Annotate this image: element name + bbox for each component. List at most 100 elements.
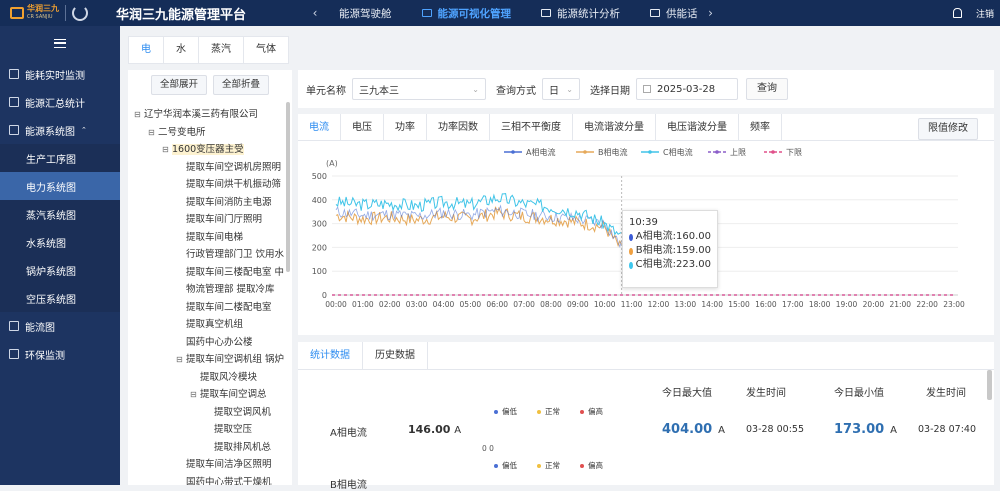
status-legend-a: 偏低 正常 偏高 xyxy=(494,406,603,417)
metric-tab[interactable]: 功率 xyxy=(384,114,427,141)
tree-node[interactable]: ⊟ 辽宁华润本溪三药有限公司 xyxy=(128,106,292,124)
tree-collapse-icon[interactable]: ⊟ xyxy=(190,386,200,404)
x-tick-label: 22:00 xyxy=(916,300,938,309)
tree-collapse-icon[interactable]: ⊟ xyxy=(162,141,172,159)
tree-node[interactable]: 国药中心办公楼 xyxy=(128,334,292,352)
legend-marker xyxy=(771,150,775,154)
query-button[interactable]: 查询 xyxy=(746,78,788,100)
nav-energy-visual[interactable]: 能源可视化管理 xyxy=(407,0,527,26)
sidebar-item[interactable]: 能流图 xyxy=(0,312,120,340)
legend-high-label: 偏高 xyxy=(588,407,603,416)
energy-type-tabs: 电 水 蒸汽 气体 xyxy=(128,36,289,64)
tree-node[interactable]: 提取车间电梯 xyxy=(128,229,292,247)
logout-button[interactable]: 注销 xyxy=(976,7,994,20)
tree-node[interactable]: ⊟ 二号变电所 xyxy=(128,124,292,142)
tree-node[interactable]: 提取车间消防主电源 xyxy=(128,194,292,212)
tree-node[interactable]: 提取空压 xyxy=(128,421,292,439)
expand-all-button[interactable]: 全部展开 xyxy=(150,75,207,95)
x-tick-label: 20:00 xyxy=(863,300,885,309)
brand-swirl-icon xyxy=(72,5,88,21)
tree-collapse-icon[interactable]: ⊟ xyxy=(134,106,144,124)
metric-tab[interactable]: 电流谐波分量 xyxy=(573,114,656,141)
sidebar-item[interactable]: 环保监测 xyxy=(0,340,120,368)
sidebar-item-label: 能流图 xyxy=(25,322,55,334)
tab-water[interactable]: 水 xyxy=(164,37,199,63)
metric-tab[interactable]: 电压谐波分量 xyxy=(656,114,739,141)
tree-node-label: 提取车间空调机组 锅炉 xyxy=(186,354,285,365)
date-picker[interactable]: 2025-03-28 xyxy=(636,78,738,100)
nav-next-icon[interactable]: › xyxy=(702,6,720,20)
metric-tab[interactable]: 功率因数 xyxy=(427,114,490,141)
tree-node-label: 提取真空机组 xyxy=(186,319,244,330)
sidebar-item[interactable]: 能源系统图 ⌃ xyxy=(0,116,120,144)
tab-gas[interactable]: 气体 xyxy=(244,37,288,63)
nav-prev-icon[interactable]: ‹ xyxy=(306,6,324,20)
tree-node[interactable]: 提取风冷模块 xyxy=(128,369,292,387)
hamburger-icon xyxy=(54,38,66,48)
nav-label: 能源统计分析 xyxy=(557,7,620,20)
sidebar: 能耗实时监测 能源汇总统计 能源系统图 ⌃ 生产工序图 电力系统图 蒸汽系统图 水系统图锅炉系… xyxy=(0,26,120,485)
sidebar-toggle[interactable] xyxy=(0,26,120,60)
date-label: 选择日期 xyxy=(590,85,630,97)
tab-stat-data[interactable]: 统计数据 xyxy=(298,342,363,370)
tree-node[interactable]: 提取真空机组 xyxy=(128,316,292,334)
nav-energy-stats[interactable]: 能源统计分析 xyxy=(526,0,635,26)
sidebar-item[interactable]: 空压系统图 xyxy=(0,284,120,312)
row-a-zero: 0 0 xyxy=(482,444,494,453)
tooltip-dot-c xyxy=(629,261,633,269)
tree-node[interactable]: 提取空调风机 xyxy=(128,404,292,422)
legend-low: 偏低 xyxy=(494,406,517,417)
sidebar-item[interactable]: 蒸汽系统图 xyxy=(0,200,120,228)
sidebar-item[interactable]: 水系统图 xyxy=(0,228,120,256)
tree-scrollbar[interactable] xyxy=(286,102,290,272)
tree-node[interactable]: 提取车间二楼配电室 xyxy=(128,299,292,317)
tree-node-label: 提取车间空调机房照明 xyxy=(186,161,282,173)
tree-node[interactable]: 提取车间门厅照明 xyxy=(128,211,292,229)
metric-tab[interactable]: 频率 xyxy=(739,114,782,141)
tree-node[interactable]: 提取车间烘干机振动筛 xyxy=(128,176,292,194)
sidebar-item[interactable]: 电力系统图 xyxy=(0,172,120,200)
tree-node[interactable]: 提取车间空调机房照明 xyxy=(128,159,292,177)
tree-node[interactable]: 国药中心带式干燥机 xyxy=(128,474,292,486)
stats-scrollbar[interactable] xyxy=(987,370,992,400)
tree-node-label: 国药中心办公楼 xyxy=(186,336,253,348)
nav-energy-supply[interactable]: 供能话 xyxy=(635,0,702,26)
collapse-all-button[interactable]: 全部折叠 xyxy=(213,75,270,95)
tab-electricity[interactable]: 电 xyxy=(129,37,164,63)
logo-cn-text: 华润三九 xyxy=(27,4,59,13)
limit-edit-button[interactable]: 限值修改 xyxy=(918,118,978,140)
tree-node[interactable]: 提取排风机总 xyxy=(128,439,292,457)
tree-node[interactable]: ⊟ 1600变压器主受 xyxy=(128,141,292,159)
tab-history-data[interactable]: 历史数据 xyxy=(363,342,428,370)
sidebar-item[interactable]: 能源汇总统计 xyxy=(0,88,120,116)
x-tick-label: 04:00 xyxy=(433,300,455,309)
tree-node[interactable]: ⊟ 提取车间空调机组 锅炉 xyxy=(128,351,292,369)
tree-node[interactable]: 提取车间洁净区照明 xyxy=(128,456,292,474)
stats-tabs: 统计数据 历史数据 xyxy=(298,342,994,370)
sidebar-item[interactable]: 生产工序图 xyxy=(0,144,120,172)
x-tick-label: 18:00 xyxy=(809,300,831,309)
tree-node[interactable]: ⊟ 提取车间空调总 xyxy=(128,386,292,404)
metric-tab[interactable]: 三相不平衡度 xyxy=(490,114,573,141)
tree-node[interactable]: 行政管理部门卫 饮用水 xyxy=(128,246,292,264)
tree-collapse-icon[interactable]: ⊟ xyxy=(176,351,186,369)
unit-select[interactable]: 三九本三 ⌄ xyxy=(352,78,486,100)
y-tick-label: 0 xyxy=(322,291,327,300)
method-select[interactable]: 日 ⌄ xyxy=(542,78,580,100)
x-tick-label: 14:00 xyxy=(701,300,723,309)
y-tick-label: 200 xyxy=(312,243,327,252)
sidebar-item[interactable]: 锅炉系统图 xyxy=(0,256,120,284)
menu-icon xyxy=(9,97,19,107)
legend-low-label: 偏低 xyxy=(502,461,517,470)
metric-tab[interactable]: 电流 xyxy=(298,114,341,141)
tree-collapse-icon[interactable]: ⊟ xyxy=(148,124,158,142)
tree-node-label: 二号变电所 xyxy=(158,126,206,138)
tree-node[interactable]: 物流管理部 提取冷库 xyxy=(128,281,292,299)
notification-bell-icon[interactable] xyxy=(952,8,962,18)
tree-node[interactable]: 提取车间三楼配电室 中 xyxy=(128,264,292,282)
metric-tab[interactable]: 电压 xyxy=(341,114,384,141)
sidebar-item[interactable]: 能耗实时监测 xyxy=(0,60,120,88)
tab-steam[interactable]: 蒸汽 xyxy=(199,37,244,63)
nav-energy-cockpit[interactable]: 能源驾驶舱 xyxy=(324,0,407,26)
sidebar-item-label: 锅炉系统图 xyxy=(26,266,76,278)
